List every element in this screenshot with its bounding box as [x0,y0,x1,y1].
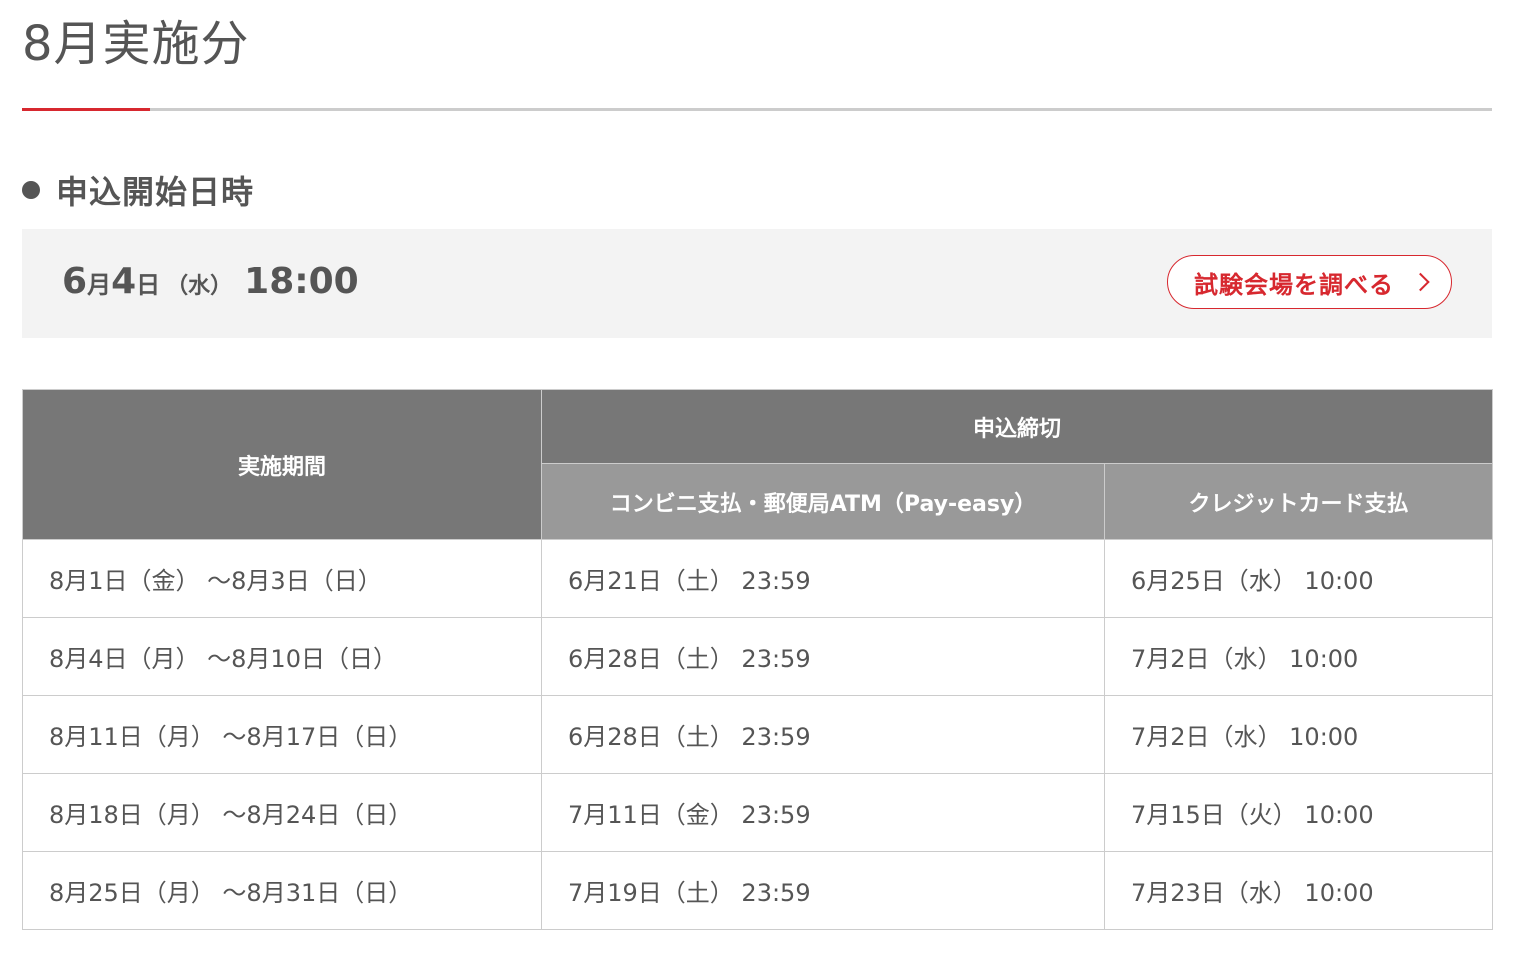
cell-convenience: 7月11日（金） 23:59 [541,773,1105,852]
table-row: 8月11日（月） ～8月17日（日） 6月28日（土） 23:59 7月2日（水… [22,695,1494,774]
cell-credit: 7月2日（水） 10:00 [1103,617,1494,696]
page: 8月実施分 申込開始日時 6 月 4 日 （水） 18:00 試験会場を調べる … [0,0,1526,970]
header-convenience: コンビニ支払・郵便局ATM（Pay-easy） [541,463,1105,540]
cell-convenience: 6月28日（土） 23:59 [541,695,1105,774]
table-row: 8月18日（月） ～8月24日（日） 7月11日（金） 23:59 7月15日（… [22,773,1494,852]
section-heading: 申込開始日時 [22,168,254,212]
find-venue-button-label: 試験会場を調べる [1194,270,1394,299]
cell-period: 8月11日（月） ～8月17日（日） [22,695,542,774]
cell-convenience: 7月19日（土） 23:59 [541,851,1105,930]
title-divider-accent [22,108,150,111]
table-row: 8月4日（月） ～8月10日（日） 6月28日（土） 23:59 7月2日（水）… [22,617,1494,696]
table-row: 8月25日（月） ～8月31日（日） 7月19日（土） 23:59 7月23日（… [22,851,1494,930]
page-title: 8月実施分 [22,16,250,72]
start-month: 6 [62,261,88,302]
cell-convenience: 6月21日（土） 23:59 [541,539,1105,618]
table-row: 8月1日（金） ～8月3日（日） 6月21日（土） 23:59 6月25日（水）… [22,539,1494,618]
cell-credit: 6月25日（水） 10:00 [1103,539,1494,618]
cell-period: 8月1日（金） ～8月3日（日） [22,539,542,618]
start-time: 18:00 [244,261,359,302]
start-day-unit: 日 [136,271,161,299]
cell-credit: 7月23日（水） 10:00 [1103,851,1494,930]
header-credit: クレジットカード支払 [1103,463,1494,540]
cell-credit: 7月15日（火） 10:00 [1103,773,1494,852]
start-weekday: （水） [166,274,233,299]
section-heading-text: 申込開始日時 [56,173,255,211]
cell-period: 8月4日（月） ～8月10日（日） [22,617,542,696]
find-venue-button[interactable]: 試験会場を調べる [1167,255,1452,309]
start-month-unit: 月 [87,271,112,299]
cell-credit: 7月2日（水） 10:00 [1103,695,1494,774]
schedule-table: 実施期間 申込締切 コンビニ支払・郵便局ATM（Pay-easy） クレジットカ… [22,389,1494,930]
start-datetime: 6 月 4 日 （水） 18:00 [62,229,359,338]
bullet-icon [22,181,40,199]
start-day: 4 [111,261,137,302]
chevron-right-icon [1411,272,1430,292]
title-divider [22,108,1492,111]
cell-period: 8月25日（月） ～8月31日（日） [22,851,542,930]
cell-period: 8月18日（月） ～8月24日（日） [22,773,542,852]
cell-convenience: 6月28日（土） 23:59 [541,617,1105,696]
header-deadline: 申込締切 [540,389,1494,464]
header-period: 実施期間 [22,389,542,540]
start-datetime-box: 6 月 4 日 （水） 18:00 試験会場を調べる [22,229,1492,338]
